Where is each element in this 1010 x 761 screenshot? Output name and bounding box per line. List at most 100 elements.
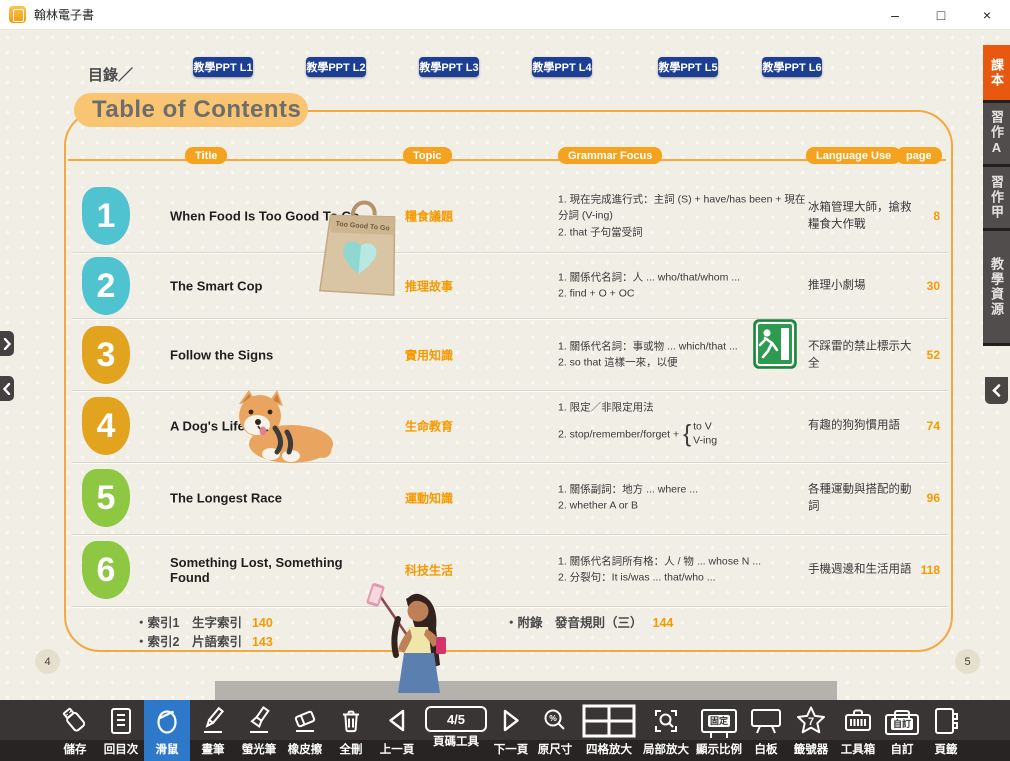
emergency-exit-sign-image (753, 319, 797, 369)
unit-number-badge: 5 (82, 469, 130, 527)
minimize-button[interactable]: – (872, 0, 918, 30)
unit-grammar: 1. 關係代名詞所有格：人 / 物 ... whose N ... 2. 分裂句… (558, 554, 813, 587)
svg-text:%: % (549, 713, 557, 723)
toc-row-unit3[interactable]: 3 Follow the Signs 實用知識 1. 關係代名詞：事或物 ...… (64, 320, 954, 390)
sidebar-collapse-button[interactable] (985, 377, 1008, 404)
ebook-app-window: 翰林電子書 – □ × 教學PPT L1 教學PPT L2 教學PPT L3 教… (0, 0, 1010, 761)
next-page-button[interactable]: 下一頁 (490, 700, 532, 761)
horizontal-scrollbar[interactable] (215, 681, 837, 700)
app-logo-icon (9, 6, 26, 23)
page-number-right: 5 (955, 649, 980, 674)
unit-topic: 生命教育 (405, 418, 520, 435)
save-button[interactable]: 儲存 (52, 700, 98, 761)
mouse-icon (152, 702, 182, 740)
original-size-button[interactable]: % 原尺寸 (532, 700, 578, 761)
highlighter-tool-button[interactable]: 螢光筆 (236, 700, 282, 761)
toc-row-unit6[interactable]: 6 Something Lost, Something Found 科技生活 1… (64, 536, 954, 604)
tab-textbook[interactable]: 課本 (983, 45, 1010, 103)
bottom-toolbar: 儲存 回目次 滑鼠 畫筆 螢光筆 (0, 700, 1010, 761)
back-to-contents-button[interactable]: 回目次 (98, 700, 144, 761)
panel-expand-button[interactable] (0, 331, 14, 356)
picker-number-badge: 7 (808, 716, 814, 728)
eraser-tool-button[interactable]: 橡皮擦 (282, 700, 328, 761)
toc-row-unit4[interactable]: 4 A Dog's Life! 生命教育 1. 限定／非限定用法 2. stop… (64, 392, 954, 460)
toc-title-pill: Table of Contents (74, 93, 308, 127)
appendix-entry[interactable]: ・附錄 發音規則（三）144 (505, 612, 673, 631)
custom-badge: 自訂 (891, 718, 913, 731)
star-icon: 7 (795, 702, 827, 740)
display-ratio-button[interactable]: 固定 顯示比例 (692, 700, 746, 761)
ppt-button-l6[interactable]: 教學PPT L6 (762, 57, 822, 77)
chevron-right-icon (3, 338, 11, 350)
chevron-left-icon (3, 383, 11, 395)
custom-tools-button[interactable]: 自訂 自訂 (880, 700, 924, 761)
unit-page-number: 96 (898, 491, 940, 505)
unit-title: The Longest Race (170, 491, 375, 506)
prev-page-button[interactable]: 上一頁 (374, 700, 420, 761)
usb-drive-icon (60, 702, 90, 740)
pen-icon (198, 702, 228, 740)
title-bar: 翰林電子書 – □ × (0, 0, 1010, 30)
index-page-number: 144 (653, 616, 674, 630)
toolbox-button[interactable]: 工具箱 (836, 700, 880, 761)
next-page-icon (496, 702, 526, 740)
toc-row-unit2[interactable]: 2 The Smart Cop 推理故事 1. 關係代名詞：人 ... who/… (64, 254, 954, 318)
toc-row-unit5[interactable]: 5 The Longest Race 運動知識 1. 關係副詞：地方 ... w… (64, 464, 954, 532)
four-pane-zoom-button[interactable]: 四格放大 (578, 700, 640, 761)
unit-grammar: 1. 關係副詞：地方 ... where ... 2. whether A or… (558, 482, 813, 515)
paper-bag-image: Too Good To Go (316, 190, 404, 300)
number-picker-button[interactable]: 7 籤號器 (786, 700, 836, 761)
whiteboard-icon (749, 702, 783, 740)
whiteboard-button[interactable]: 白板 (746, 700, 786, 761)
unit-page-number: 118 (898, 563, 940, 577)
tab-workbook-a[interactable]: 習作A (983, 103, 1010, 167)
index-entry-1[interactable]: ・索引1 生字索引140 (135, 612, 273, 631)
unit-number-badge: 4 (82, 397, 130, 455)
toc-row-unit1[interactable]: 1 When Food Is Too Good To Go 糧食議題 1. 現在… (64, 180, 954, 252)
unit-title: Follow the Signs (170, 348, 375, 363)
four-pane-icon (582, 702, 636, 740)
tab-teaching-resources[interactable]: 教學資源 (983, 231, 1010, 346)
unit-page-number: 30 (898, 279, 940, 293)
unit-page-number: 52 (898, 348, 940, 362)
shiba-dog-image (225, 388, 337, 464)
page-number-tool[interactable]: 4/5 頁碼工具 (422, 700, 490, 761)
panel-collapse-button[interactable] (0, 376, 14, 401)
ppt-button-l2[interactable]: 教學PPT L2 (306, 57, 366, 77)
page-tab-button[interactable]: 頁籤 (924, 700, 968, 761)
highlighter-icon (244, 702, 274, 740)
bookmark-book-icon (930, 702, 962, 740)
unit-grammar: 1. 關係代名詞：人 ... who/that/whom ... 2. find… (558, 270, 813, 303)
delete-all-button[interactable]: 全刪 (328, 700, 374, 761)
column-header-grammar: Grammar Focus (558, 147, 662, 164)
unit-topic: 科技生活 (405, 562, 520, 579)
ppt-button-l3[interactable]: 教學PPT L3 (419, 57, 479, 77)
pen-tool-button[interactable]: 畫筆 (190, 700, 236, 761)
zoom-percent-icon: % (540, 702, 570, 740)
fixed-badge: 固定 (708, 715, 730, 728)
close-button[interactable]: × (964, 0, 1010, 30)
ppt-button-l5[interactable]: 教學PPT L5 (658, 57, 718, 77)
contents-list-icon (106, 702, 136, 740)
eraser-icon (290, 702, 320, 740)
region-zoom-button[interactable]: 局部放大 (640, 700, 692, 761)
page-indicator[interactable]: 4/5 (425, 706, 487, 732)
unit-topic: 運動知識 (405, 490, 520, 507)
column-header-language: Language Use (806, 147, 901, 164)
toc-heading-zh: 目錄／ (88, 64, 133, 85)
region-zoom-icon (651, 702, 681, 740)
unit-number-badge: 6 (82, 541, 130, 599)
prev-page-icon (382, 702, 412, 740)
maximize-button[interactable]: □ (918, 0, 964, 30)
unit-topic: 實用知識 (405, 347, 520, 364)
unit-title: Something Lost, Something Found (170, 555, 375, 585)
unit-grammar: 1. 限定／非限定用法 2. stop/remember/forget + { … (558, 399, 813, 452)
window-title: 翰林電子書 (34, 6, 94, 23)
tab-workbook-jia[interactable]: 習作甲 (983, 167, 1010, 231)
index-entry-2[interactable]: ・索引2 片語索引143 (135, 631, 273, 650)
selfie-woman-image (358, 583, 472, 700)
ppt-button-l4[interactable]: 教學PPT L4 (532, 57, 592, 77)
mouse-tool-button[interactable]: 滑鼠 (144, 700, 190, 761)
unit-number-badge: 1 (82, 187, 130, 245)
ppt-button-l1[interactable]: 教學PPT L1 (193, 57, 253, 77)
